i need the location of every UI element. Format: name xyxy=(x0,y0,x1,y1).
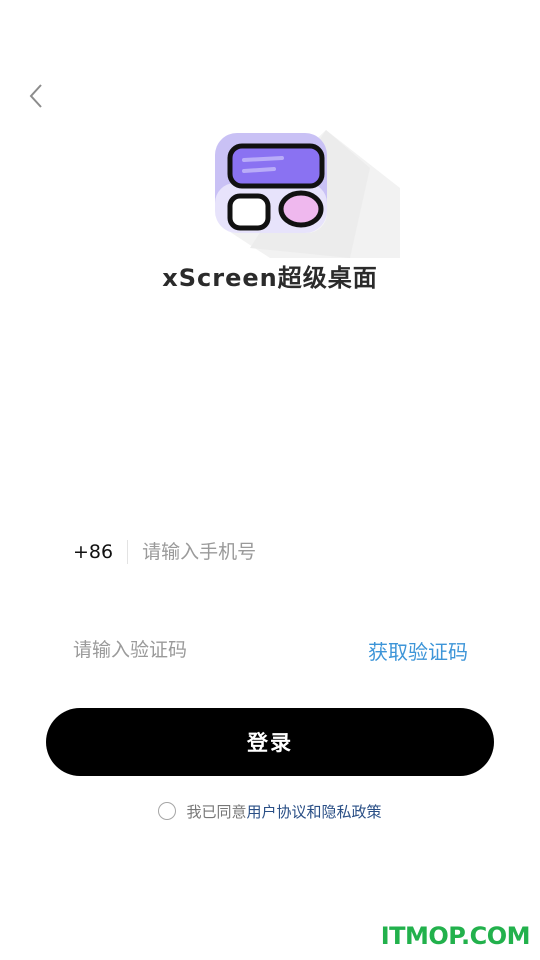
verification-code-input[interactable] xyxy=(73,639,368,661)
divider xyxy=(127,540,129,564)
chevron-left-icon xyxy=(28,83,44,113)
phone-row: +86 xyxy=(73,532,468,572)
get-code-button[interactable]: 获取验证码 xyxy=(368,636,468,665)
agreement-row: 我已同意 用户协议和隐私政策 xyxy=(0,798,540,824)
app-name-title: xScreen超级桌面 xyxy=(162,264,378,292)
watermark: ITMOP.COM xyxy=(380,922,531,950)
app-logo xyxy=(210,128,410,268)
back-button[interactable] xyxy=(22,84,50,112)
phone-input[interactable] xyxy=(142,541,468,563)
country-code[interactable]: +86 xyxy=(73,541,113,563)
agreement-link[interactable]: 用户协议和隐私政策 xyxy=(247,801,382,822)
agreement-checkbox[interactable] xyxy=(158,802,177,820)
login-button[interactable]: 登录 xyxy=(46,708,494,776)
code-row: 获取验证码 xyxy=(73,630,468,670)
agreement-prefix: 我已同意 xyxy=(186,802,247,821)
